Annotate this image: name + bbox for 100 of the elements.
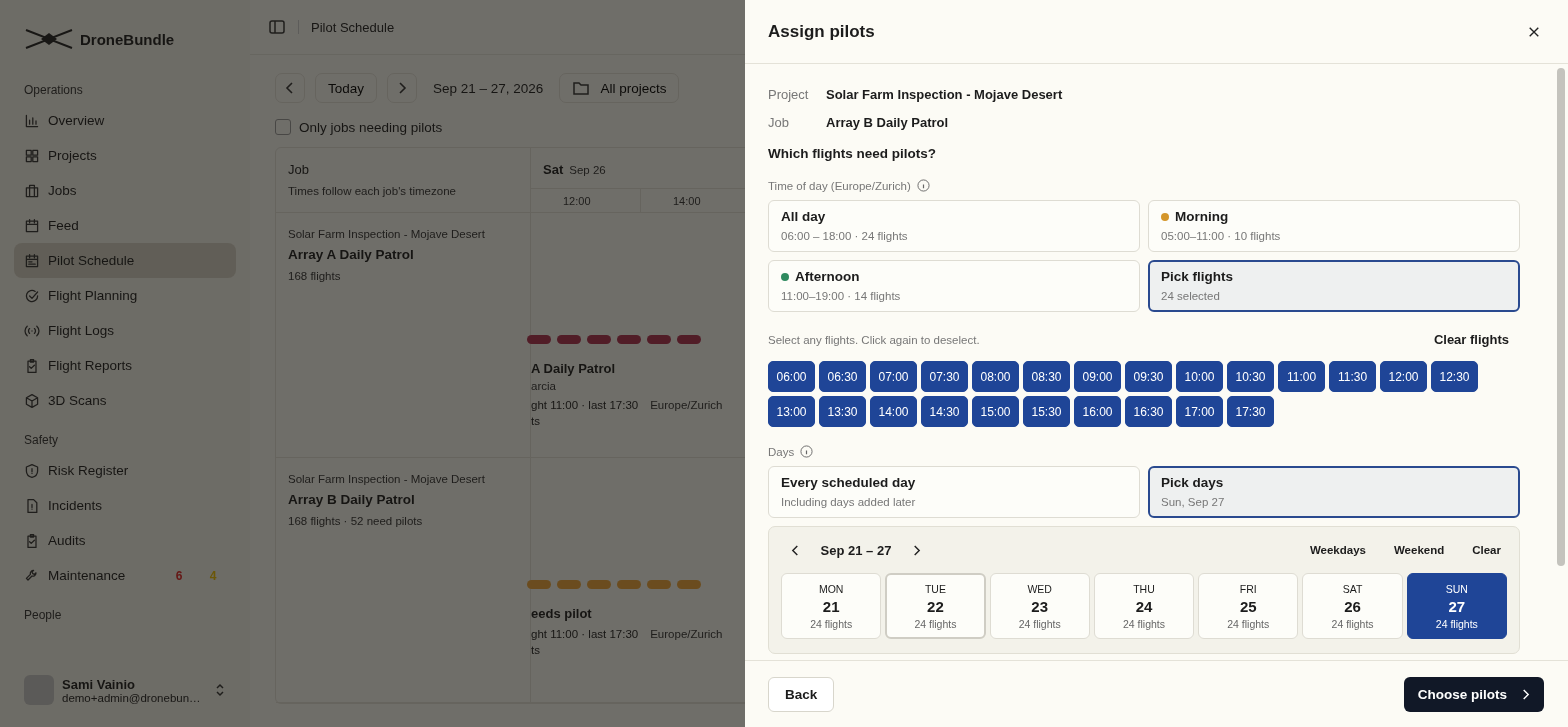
drone-logo-icon (24, 28, 74, 50)
info-icon[interactable] (916, 179, 930, 192)
flight-time-chip[interactable]: 13:00 (768, 396, 815, 427)
flight-time-chip[interactable]: 14:00 (870, 396, 917, 427)
flight-time-chip[interactable]: 16:00 (1074, 396, 1121, 427)
flight-count: 24 flights (1122, 617, 1165, 630)
clear-flights-button[interactable]: Clear flights (1433, 332, 1509, 347)
day-option-card[interactable]: Every scheduled day Including days added later (768, 466, 1140, 518)
info-icon[interactable] (800, 445, 814, 458)
section-question: Which flights need pilots? (768, 146, 937, 161)
job-name: Array A Daily Patrol (288, 247, 415, 262)
flight-time-chip[interactable]: 07:00 (870, 361, 917, 392)
document-icon (24, 497, 40, 514)
flight-time-chip[interactable]: 09:30 (1125, 361, 1172, 392)
job-project: Solar Farm Inspection - Mojave Desert (288, 473, 486, 485)
flight-time-chip[interactable]: 07:30 (921, 361, 968, 392)
event-title: eeds pilot (531, 606, 592, 621)
brand-name: DroneBundle (80, 30, 175, 48)
section-title: Operations (23, 82, 84, 99)
weekday: THU (1133, 582, 1155, 595)
day-card[interactable]: SUN 27 24 flights (1406, 573, 1507, 639)
flight-time-chip[interactable]: 06:30 (819, 361, 866, 392)
flight-time-chip[interactable]: 11:00 (1278, 361, 1325, 392)
flight-time-chip[interactable]: 16:30 (1125, 396, 1172, 427)
flight-time-chip[interactable]: 17:30 (1227, 396, 1274, 427)
day-card[interactable]: SAT 26 24 flights (1302, 573, 1403, 639)
week-range: Sep 21 – 27 (819, 542, 893, 558)
section-title: Safety (23, 432, 60, 449)
choose-pilots-button[interactable]: Choose pilots (1403, 676, 1544, 712)
quick-select-button[interactable]: Weekdays (1303, 544, 1372, 556)
chevron-right-icon (397, 81, 408, 95)
quick-select-button[interactable]: Clear (1466, 544, 1507, 556)
option-detail: 06:00 – 18:00 · 24 flights (781, 230, 909, 242)
drawer-title: Assign pilots (768, 21, 875, 42)
close-icon[interactable] (1528, 25, 1540, 38)
event-title: A Daily Patrol (531, 361, 616, 376)
chevron-right-icon[interactable] (912, 543, 921, 557)
grid-icon (24, 147, 40, 164)
day-number: 22 (927, 597, 944, 615)
flight-time-chip[interactable]: 17:00 (1176, 396, 1223, 427)
next-button[interactable] (387, 73, 418, 103)
flight-time-chip[interactable]: 11:30 (1329, 361, 1376, 392)
job-name: Array B Daily Patrol (288, 492, 416, 507)
day-name: Sat (543, 162, 564, 177)
flight-time-chip[interactable]: 12:00 (1380, 361, 1427, 392)
day-card[interactable]: TUE 22 24 flights (885, 573, 986, 639)
time-option-card[interactable]: All day 06:00 – 18:00 · 24 flights (768, 200, 1140, 252)
clipboard-icon (24, 357, 40, 374)
option-title: Every scheduled day (781, 475, 917, 490)
weekday: SUN (1445, 582, 1468, 595)
time-option-card[interactable]: Pick flights 24 selected (1148, 260, 1520, 312)
flight-time-chip[interactable]: 15:30 (1023, 396, 1070, 427)
chevron-left-icon[interactable] (791, 543, 800, 557)
option-title: Morning (1175, 209, 1229, 224)
option-detail: 11:00–19:00 · 14 flights (781, 290, 902, 302)
time-option-card[interactable]: Afternoon 11:00–19:00 · 14 flights (768, 260, 1140, 312)
sidebar-toggle-icon[interactable] (268, 18, 286, 36)
time-option-card[interactable]: Morning 05:00–11:00 · 10 flights (1148, 200, 1520, 252)
day-card[interactable]: THU 24 24 flights (1093, 573, 1195, 639)
flight-time-chip[interactable]: 06:00 (768, 361, 815, 392)
scrollbar-thumb[interactable] (1557, 68, 1565, 566)
flight-count: 24 flights (1227, 617, 1270, 630)
job-meta: 168 flights · 52 need pilots (288, 515, 424, 527)
flight-time-chip[interactable]: 08:00 (972, 361, 1019, 392)
back-button[interactable]: Back (768, 676, 835, 712)
today-button[interactable]: Today (315, 73, 378, 103)
day-card[interactable]: MON 21 24 flights (781, 573, 882, 639)
day-card[interactable]: WED 23 24 flights (989, 573, 1090, 639)
day-card[interactable]: FRI 25 24 flights (1198, 573, 1299, 639)
checkbox[interactable] (275, 119, 291, 135)
option-title: All day (781, 209, 826, 224)
previous-button[interactable] (275, 73, 305, 103)
user-email: demo+admin@dronebun… (62, 691, 202, 704)
projects-filter-button[interactable]: All projects (559, 73, 680, 103)
day-date: Sep 26 (569, 164, 606, 176)
flight-time-chip[interactable]: 12:30 (1431, 361, 1478, 392)
day-number: 23 (1031, 597, 1049, 615)
event-timezone: Europe/Zurich (650, 628, 723, 640)
checkbox-label: Only jobs needing pilots (299, 119, 443, 135)
flight-time-chip[interactable]: 08:30 (1023, 361, 1070, 392)
option-title: Afternoon (795, 269, 860, 284)
bar-chart-icon (24, 112, 40, 129)
flight-count: 24 flights (1018, 617, 1061, 630)
day-option-card[interactable]: Pick days Sun, Sep 27 (1148, 466, 1520, 518)
option-title: Pick flights (1161, 269, 1233, 284)
chevron-up-down-icon[interactable] (214, 682, 226, 698)
option-detail: 05:00–11:00 · 10 flights (1161, 230, 1282, 242)
event-window: ght 11:00 · last 17:30 (531, 399, 639, 411)
day-number: 25 (1239, 597, 1257, 615)
quick-select-button[interactable]: Weekend (1387, 544, 1451, 556)
day-number: 24 (1135, 597, 1153, 615)
flight-time-chip[interactable]: 13:30 (819, 396, 866, 427)
field-label: Job (768, 114, 790, 130)
flight-time-chip[interactable]: 15:00 (972, 396, 1019, 427)
weekday: WED (1027, 582, 1052, 595)
flight-time-chip[interactable]: 14:30 (921, 396, 968, 427)
flight-time-chip[interactable]: 09:00 (1074, 361, 1121, 392)
count-label: 6 (174, 568, 184, 583)
flight-time-chip[interactable]: 10:00 (1176, 361, 1223, 392)
flight-time-chip[interactable]: 10:30 (1227, 361, 1274, 392)
